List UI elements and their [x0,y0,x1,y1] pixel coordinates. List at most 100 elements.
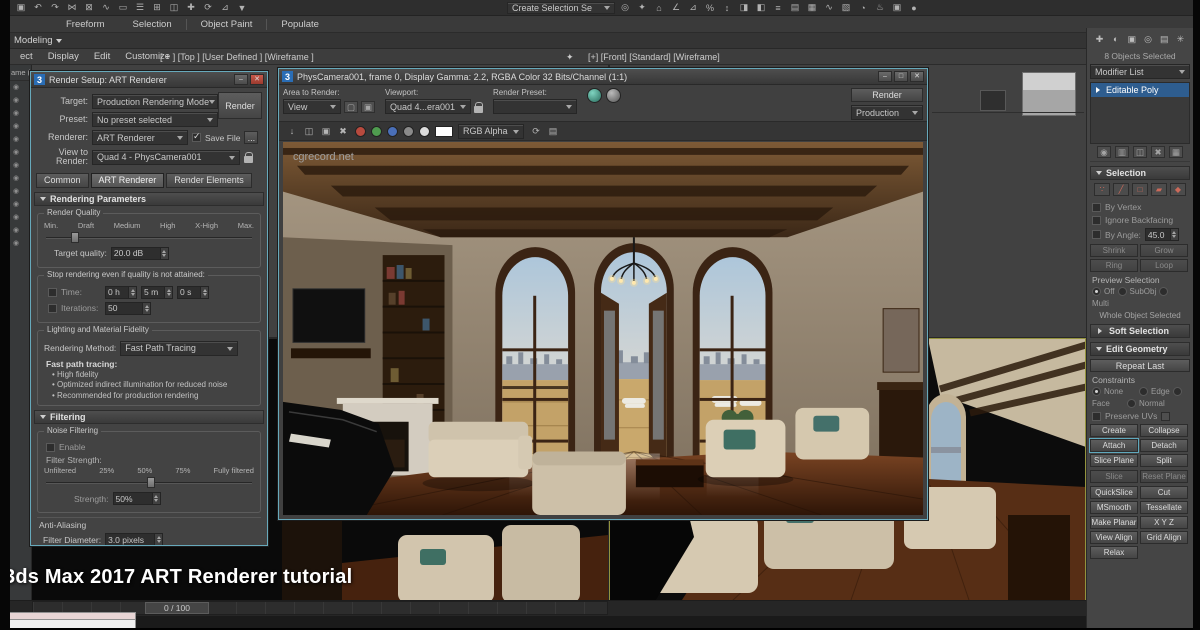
edit-geometry-button[interactable]: View Align [1090,531,1138,544]
copy-image-icon[interactable]: ◫ [302,126,316,137]
spinner-arrows-icon[interactable] [142,302,150,314]
spinner-arrows-icon[interactable] [151,493,160,505]
edit-geometry-button[interactable]: MSmooth [1090,501,1138,514]
red-channel-icon[interactable] [355,125,366,137]
edit-geometry-button[interactable]: Tessellate [1140,501,1188,514]
rollout-soft-selection[interactable]: Soft Selection [1090,324,1190,338]
tab-art-renderer[interactable]: ART Renderer [90,172,165,188]
edit-geometry-button[interactable]: X Y Z [1140,516,1188,529]
named-selection-set-combo[interactable]: Create Selection Se [507,1,615,14]
mini-listener-macro-row[interactable] [0,612,136,620]
render-button[interactable]: Render [218,92,262,119]
render-production-icon[interactable]: ● [907,3,921,13]
polygon-subobject-icon[interactable]: ▰ [1151,183,1167,196]
iterations-spinner[interactable]: 50 [105,301,151,315]
preview-multi-radio[interactable] [1159,287,1169,296]
preserve-uvs-settings-icon[interactable] [1161,411,1171,421]
rollout-edit-geometry[interactable]: Edit Geometry [1090,342,1190,356]
expand-arrow-icon[interactable] [1096,87,1103,93]
remove-modifier-icon[interactable]: ✖ [1151,146,1165,158]
clone-rendered-frame-icon[interactable]: ▣ [319,126,333,137]
edit-geometry-button[interactable]: Split [1140,454,1188,467]
scene-object-row[interactable]: ◉ [10,198,31,211]
lock-viewport-icon[interactable] [474,101,483,113]
preview-subobj-radio[interactable] [1117,287,1127,296]
render-setup-titlebar[interactable]: 3 Render Setup: ART Renderer – ✕ [31,72,267,88]
scene-object-row[interactable]: ◉ [10,81,31,94]
tab-modeling[interactable]: Modeling [14,35,53,46]
channel-display-combo[interactable]: RGB Alpha [458,123,524,139]
minimize-button[interactable]: – [234,74,248,85]
save-file-checkbox[interactable] [192,131,201,142]
scene-object-row[interactable]: ◉ [10,211,31,224]
close-button[interactable]: ✕ [910,71,924,82]
percent-snap-icon[interactable]: % [703,3,717,13]
edit-geometry-button[interactable]: Detach [1140,439,1188,452]
select-and-move-icon[interactable]: ✚ [184,2,198,13]
edit-geometry-button[interactable]: Make Planar [1090,516,1138,529]
iterations-checkbox[interactable] [48,303,57,313]
tab-common[interactable]: Common [36,172,89,188]
display-options-icon[interactable] [606,88,621,103]
background-color-swatch[interactable] [435,125,453,137]
time-checkbox[interactable] [48,287,57,297]
repeat-last-button[interactable]: Repeat Last [1090,359,1190,372]
enable-noise-filtering-checkbox[interactable] [46,442,55,452]
scene-object-row[interactable]: ◉ [10,94,31,107]
time-seconds-spinner[interactable]: 0 s [177,285,209,299]
menu-edit[interactable]: Edit [94,51,110,62]
select-and-manipulate-icon[interactable]: ✦ [635,2,649,13]
ribbon-tab-selection[interactable]: Selection [119,19,186,30]
select-and-scale-icon[interactable]: ⊿ [218,2,232,13]
scene-object-row[interactable]: ◉ [10,224,31,237]
show-end-result-icon[interactable]: ▥ [1115,146,1129,158]
alpha-channel-icon[interactable] [419,125,430,137]
schematic-view-icon[interactable]: ▧ [839,2,853,13]
unlink-selection-icon[interactable]: ⊠ [82,2,96,13]
angle-snap-icon[interactable]: ⊿ [686,2,700,13]
select-and-link-icon[interactable]: ⋈ [65,2,79,13]
modify-tab-icon[interactable]: ◐ [1108,32,1123,46]
layers-icon[interactable]: ▤ [546,126,560,137]
constraint-normal-radio[interactable] [1127,399,1136,408]
rollout-selection[interactable]: Selection [1090,166,1190,180]
display-tab-icon[interactable]: ▤ [1157,32,1172,46]
utilities-tab-icon[interactable]: ✳ [1173,32,1188,46]
modifier-list-combo[interactable]: Modifier List [1090,64,1190,79]
constraint-none-radio[interactable] [1092,387,1101,396]
scene-explorer-column-header[interactable]: ame (Sort [10,65,31,81]
edit-geometry-button[interactable]: Attach [1090,439,1138,452]
select-object-icon[interactable]: ▭ [116,2,130,13]
constraint-face-radio[interactable] [1172,387,1182,396]
bind-to-space-warp-icon[interactable]: ∿ [99,2,113,13]
scene-object-row[interactable]: ◉ [10,185,31,198]
menu-display[interactable]: Display [48,51,79,62]
rendered-frame-window-icon[interactable]: ▣ [890,2,904,13]
create-tab-icon[interactable]: ✚ [1092,32,1107,46]
scene-object-row[interactable]: ◉ [10,237,31,250]
scene-object-row[interactable]: ◉ [10,172,31,185]
pin-stack-icon[interactable]: ◉ [1097,146,1111,158]
3dsmax-logo-icon[interactable]: ▣ [14,2,28,13]
ribbon-tab-populate[interactable]: Populate [267,19,333,30]
stack-item-editable-poly[interactable]: Editable Poly [1091,83,1189,97]
selection-button[interactable]: Shrink [1090,244,1138,257]
redo-icon[interactable]: ↷ [48,2,62,13]
render-preset-combo[interactable] [493,99,577,114]
scene-object-row[interactable]: ◉ [10,159,31,172]
area-to-render-combo[interactable]: View [283,99,341,114]
border-subobject-icon[interactable]: □ [1132,183,1148,196]
rendered-frame-titlebar[interactable]: 3 PhysCamera001, frame 0, Display Gamma:… [279,69,927,85]
strength-spinner[interactable]: 50% [112,492,161,506]
slider-handle[interactable] [70,231,79,243]
by-vertex-checkbox[interactable] [1092,202,1101,212]
maxscript-mini-listener[interactable] [0,612,136,629]
edit-geometry-button[interactable]: Create [1090,424,1138,437]
select-by-name-icon[interactable]: ☰ [133,2,147,13]
edit-geometry-button[interactable]: Reset Plane [1140,470,1188,483]
tab-render-elements[interactable]: Render Elements [166,172,252,188]
motion-tab-icon[interactable]: ◎ [1141,32,1156,46]
ribbon-toggle-icon[interactable]: ▦ [805,2,819,13]
menu-select[interactable]: ect [20,51,33,62]
maximize-button[interactable]: □ [894,71,908,82]
